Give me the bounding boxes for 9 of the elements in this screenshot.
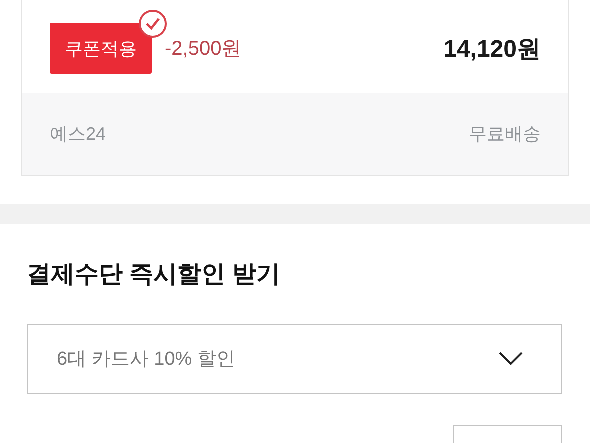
discount-amount: -2,500원 xyxy=(165,37,242,62)
price: 14,120원 xyxy=(444,34,541,64)
shipping-info: 무료배송 xyxy=(469,123,541,146)
chevron-icon xyxy=(499,352,523,366)
card-discount-dropdown[interactable]: 6대 카드사 10% 할인 xyxy=(27,324,562,394)
coupon-button[interactable]: 쿠폰적용 xyxy=(50,23,152,74)
partial-button[interactable] xyxy=(453,425,562,443)
seller-name: 예스24 xyxy=(50,123,106,146)
section-title: 결제수단 즉시할인 받기 xyxy=(27,260,282,290)
